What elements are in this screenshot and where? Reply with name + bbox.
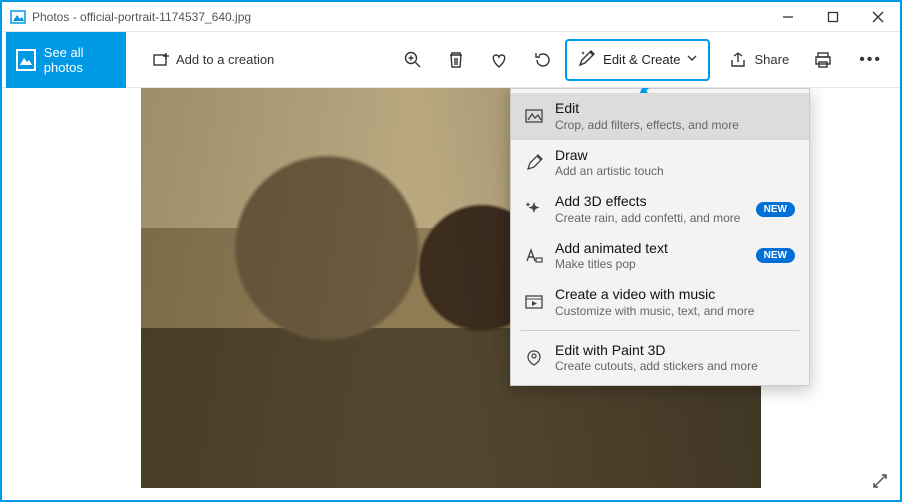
edit-icon xyxy=(523,105,545,127)
add-icon xyxy=(152,51,170,69)
edit-create-icon xyxy=(577,48,597,71)
app-window: Photos - official-portrait-1174537_640.j… xyxy=(0,0,902,502)
see-all-photos-button[interactable]: See all photos xyxy=(6,32,126,88)
menu-separator xyxy=(521,330,799,331)
new-badge: NEW xyxy=(756,202,795,217)
menu-item-title: Add 3D effects xyxy=(555,193,746,211)
menu-item-title: Draw xyxy=(555,147,795,165)
menu-item-edit[interactable]: Edit Crop, add filters, effects, and mor… xyxy=(511,93,809,140)
minimize-button[interactable] xyxy=(765,2,810,32)
menu-item-3d-effects[interactable]: Add 3D effects Create rain, add confetti… xyxy=(511,186,809,233)
share-label: Share xyxy=(754,52,789,67)
add-to-creation-button[interactable]: Add to a creation xyxy=(140,40,286,80)
print-icon xyxy=(813,50,833,70)
menu-item-subtitle: Customize with music, text, and more xyxy=(555,304,795,319)
add-to-creation-label: Add to a creation xyxy=(176,52,274,67)
animated-text-icon xyxy=(523,245,545,267)
menu-item-paint-3d[interactable]: Edit with Paint 3D Create cutouts, add s… xyxy=(511,335,809,382)
menu-item-title: Edit with Paint 3D xyxy=(555,342,795,360)
menu-item-draw[interactable]: Draw Add an artistic touch xyxy=(511,140,809,187)
edit-and-create-button[interactable]: Edit & Create xyxy=(565,39,710,81)
pen-icon xyxy=(523,152,545,174)
menu-item-subtitle: Create cutouts, add stickers and more xyxy=(555,359,795,374)
chevron-down-icon xyxy=(686,52,698,67)
more-icon: ••• xyxy=(859,51,882,69)
menu-item-title: Add animated text xyxy=(555,240,746,258)
menu-item-subtitle: Make titles pop xyxy=(555,257,746,272)
paint3d-icon xyxy=(523,347,545,369)
maximize-button[interactable] xyxy=(810,2,855,32)
menu-item-animated-text[interactable]: Add animated text Make titles pop NEW xyxy=(511,233,809,280)
menu-item-title: Create a video with music xyxy=(555,286,795,304)
menu-item-subtitle: Add an artistic touch xyxy=(555,164,795,179)
print-button[interactable] xyxy=(801,40,845,80)
heart-icon xyxy=(489,50,509,70)
close-button[interactable] xyxy=(855,2,900,32)
sparkle-icon xyxy=(523,198,545,220)
menu-item-subtitle: Create rain, add confetti, and more xyxy=(555,211,746,226)
share-button[interactable]: Share xyxy=(716,40,801,80)
content-area: Edit Crop, add filters, effects, and mor… xyxy=(2,88,900,500)
more-button[interactable]: ••• xyxy=(845,40,896,80)
photos-icon xyxy=(16,49,36,71)
app-icon xyxy=(10,9,26,25)
zoom-button[interactable] xyxy=(391,40,435,80)
window-title: Photos - official-portrait-1174537_640.j… xyxy=(32,10,251,24)
zoom-icon xyxy=(403,50,423,70)
delete-button[interactable] xyxy=(435,40,477,80)
rotate-button[interactable] xyxy=(521,40,565,80)
edit-and-create-label: Edit & Create xyxy=(603,52,680,67)
menu-item-title: Edit xyxy=(555,100,795,118)
new-badge: NEW xyxy=(756,248,795,263)
menu-item-create-video[interactable]: Create a video with music Customize with… xyxy=(511,279,809,326)
titlebar: Photos - official-portrait-1174537_640.j… xyxy=(2,2,900,32)
favorite-button[interactable] xyxy=(477,40,521,80)
video-icon xyxy=(523,291,545,313)
toolbar: See all photos Add to a creation xyxy=(2,32,900,88)
see-all-photos-label: See all photos xyxy=(44,45,116,75)
rotate-icon xyxy=(533,50,553,70)
resize-handle-icon[interactable] xyxy=(870,471,890,494)
menu-item-subtitle: Crop, add filters, effects, and more xyxy=(555,118,795,133)
trash-icon xyxy=(447,50,465,70)
share-icon xyxy=(728,50,748,70)
edit-and-create-menu: Edit Crop, add filters, effects, and mor… xyxy=(510,88,810,386)
